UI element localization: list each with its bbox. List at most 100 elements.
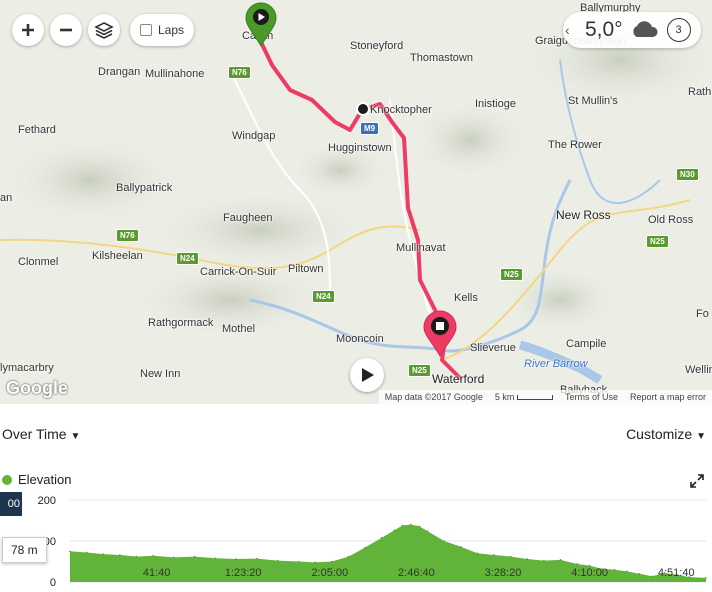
elevation-legend-dot <box>2 474 12 485</box>
elevation-point <box>69 550 71 553</box>
chart-legend[interactable]: Elevation <box>2 472 71 487</box>
map-place-label: Rath <box>688 86 712 98</box>
map-place-label: Rathgormack <box>148 317 214 329</box>
plus-icon <box>22 24 34 36</box>
map-place-label: Carrick-On-Suir <box>200 266 277 278</box>
elevation-point <box>152 554 154 557</box>
elevation-point <box>543 559 545 562</box>
map-place-label: Piltown <box>288 263 324 275</box>
zoom-in-button[interactable] <box>12 14 44 46</box>
elevation-point <box>193 555 196 558</box>
caret-down-icon: ▼ <box>696 431 706 442</box>
weather-hour-badge: 3 <box>666 18 691 42</box>
minus-icon <box>60 28 72 32</box>
map-place-label: Fethard <box>18 124 56 136</box>
x-tick-label: 4:10:00 <box>571 567 608 579</box>
elevation-point <box>380 536 383 539</box>
elevation-point <box>493 554 495 556</box>
elevation-point <box>476 552 479 555</box>
map-place-label: Campile <box>566 338 607 350</box>
map-data-credit: Map data ©2017 Google <box>384 392 483 402</box>
elevation-point <box>576 563 578 565</box>
x-axis-mode-dropdown[interactable]: Over Time ▼ <box>2 426 80 442</box>
play-route-button[interactable] <box>350 358 384 392</box>
y-tick-label: 200 <box>38 495 56 507</box>
elevation-point <box>705 577 707 579</box>
map-place-label: Stoneyford <box>350 40 404 52</box>
map-layers-button[interactable] <box>88 14 120 46</box>
x-tick-label: 3:28:20 <box>485 567 522 579</box>
map-place-label: Slieverue <box>470 342 516 354</box>
map-place-label: River Barrow <box>524 358 588 370</box>
elevation-point <box>214 557 217 560</box>
elevation-point <box>426 530 429 532</box>
zoom-out-button[interactable] <box>50 14 82 46</box>
road-shield: N30 <box>676 168 699 181</box>
elevation-chart[interactable]: 200100041:40 1:23:20 2:05:00 2:46:40 3:28:20… <box>0 490 712 592</box>
customize-dropdown[interactable]: Customize ▼ <box>626 426 706 442</box>
route-map[interactable]: CallanStoneyfordThomastownGraiguenamanag… <box>0 0 712 404</box>
elevation-point <box>393 529 396 532</box>
chart-cursor-value: 00 <box>0 492 22 516</box>
elevation-point <box>85 551 88 554</box>
elevation-point <box>297 560 300 563</box>
elevation-point <box>235 558 238 560</box>
chart-controls: Over Time ▼ Customize ▼ <box>0 426 712 446</box>
elevation-point <box>119 554 121 556</box>
map-place-label: Old Ross <box>648 214 694 226</box>
x-tick-label: 2:05:00 <box>311 567 348 579</box>
map-place-label: an <box>0 192 13 204</box>
elevation-point <box>559 559 562 561</box>
elevation-point <box>638 573 641 575</box>
elevation-point <box>509 555 512 558</box>
map-place-label: Inistioge <box>475 98 516 110</box>
road-shield: N25 <box>500 268 523 281</box>
road-shield: N24 <box>312 290 335 303</box>
road-shield: N76 <box>228 66 251 79</box>
elevation-point <box>314 561 317 564</box>
chevron-left-icon[interactable]: ‹ <box>565 22 579 38</box>
elevation-point <box>277 559 279 562</box>
cloud-icon <box>632 21 658 37</box>
waypoint-marker <box>356 102 370 116</box>
map-attribution: Map data ©2017 Google 5 km Terms of Use … <box>378 390 712 404</box>
road-shield: N25 <box>408 364 431 377</box>
map-place-label: Ballypatrick <box>116 182 173 194</box>
finish-marker[interactable] <box>422 310 458 358</box>
map-place-label: Thomastown <box>410 52 473 64</box>
road-shield: N76 <box>116 229 139 242</box>
map-place-label: Fo <box>696 308 709 320</box>
road-shield: M9 <box>360 122 380 135</box>
map-place-label: Mooncoin <box>336 333 384 345</box>
caret-down-icon: ▼ <box>70 431 81 442</box>
map-place-label: The Rower <box>548 139 602 151</box>
map-place-label: New Inn <box>140 368 181 380</box>
map-place-label: Hugginstown <box>328 142 392 154</box>
map-place-label: St Mullin's <box>568 95 618 107</box>
x-tick-label: 1:23:20 <box>225 567 262 579</box>
laps-checkbox[interactable] <box>140 24 152 36</box>
google-logo: Google <box>6 378 68 398</box>
report-error-link[interactable]: Report a map error <box>630 392 706 402</box>
weather-widget[interactable]: ‹ 5,0° 3 <box>563 12 701 48</box>
elevation-point <box>331 560 333 563</box>
laps-label: Laps <box>158 23 185 37</box>
weather-temperature: 5,0° <box>585 18 623 41</box>
laps-toggle[interactable]: Laps <box>130 14 195 46</box>
elevation-point <box>347 555 350 558</box>
x-tick-label: 41:40 <box>143 567 171 579</box>
layers-icon <box>94 22 114 39</box>
expand-icon[interactable] <box>690 474 704 488</box>
map-place-label: New Ross <box>556 208 611 222</box>
map-place-label: Mullinahone <box>145 68 205 80</box>
map-place-label: lymacarbry <box>0 362 54 374</box>
elevation-point <box>459 545 462 548</box>
map-place-label: Mullinavat <box>396 242 446 254</box>
elevation-point <box>651 575 653 578</box>
terms-link[interactable]: Terms of Use <box>565 392 618 402</box>
start-marker[interactable] <box>244 2 278 48</box>
elevation-point <box>173 556 175 559</box>
map-place-label: Clonmel <box>18 256 59 268</box>
map-place-label: Faugheen <box>223 212 273 224</box>
road-shield: N24 <box>176 252 199 265</box>
